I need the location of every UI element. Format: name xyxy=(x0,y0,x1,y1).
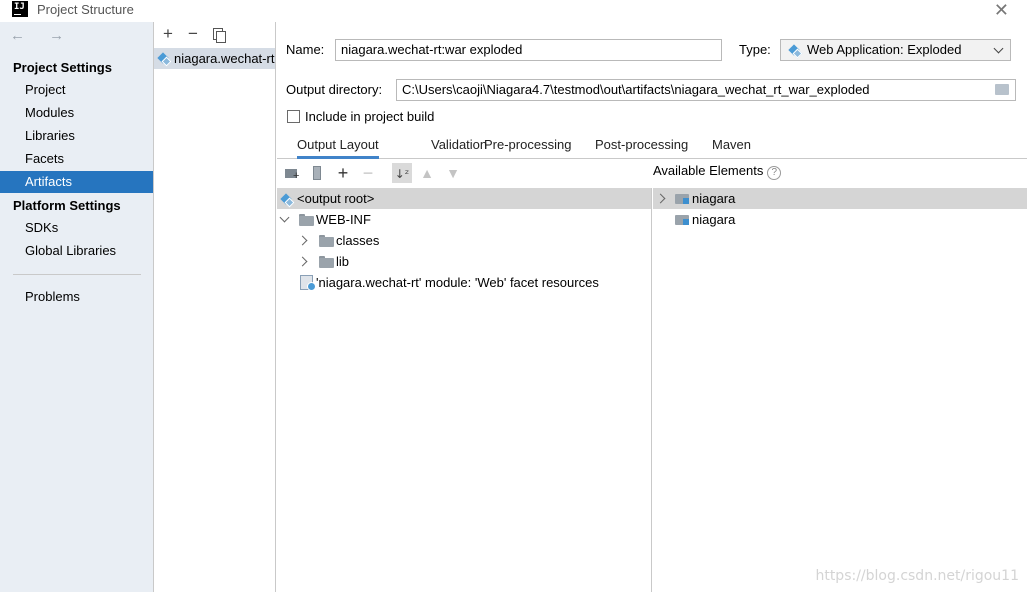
web-artifact-icon xyxy=(279,192,293,206)
name-label: Name: xyxy=(286,42,325,57)
sort-elements-button[interactable]: ↓ᶻ xyxy=(392,163,412,183)
folder-icon xyxy=(299,214,314,226)
sidebar-item-modules[interactable]: Modules xyxy=(0,102,153,124)
tree-row-facet-resources[interactable]: 'niagara.wechat-rt' module: 'Web' facet … xyxy=(277,272,651,293)
sidebar-item-sdks[interactable]: SDKs xyxy=(0,217,153,239)
folder-icon[interactable] xyxy=(995,84,1009,95)
web-inf-label: WEB-INF xyxy=(316,212,371,227)
artifact-detail-panel: Name: niagara.wechat-rt:war exploded Typ… xyxy=(277,22,1027,592)
sidebar-item-global-libraries[interactable]: Global Libraries xyxy=(0,240,153,262)
chevron-right-icon[interactable] xyxy=(656,188,666,209)
artifacts-toolbar: + − xyxy=(154,22,275,46)
move-up-button[interactable]: ▲ xyxy=(417,163,437,183)
chevron-down-icon xyxy=(993,43,1004,54)
tab-maven[interactable]: Maven xyxy=(712,137,751,159)
down-icon: ▼ xyxy=(446,165,460,181)
chevron-down-icon[interactable] xyxy=(280,209,290,230)
module-icon xyxy=(675,192,691,205)
available-elements-header: Available Elements? xyxy=(653,163,782,180)
chevron-right-icon[interactable] xyxy=(298,251,308,272)
sidebar-item-facets[interactable]: Facets xyxy=(0,148,153,170)
help-icon[interactable]: ? xyxy=(767,166,782,180)
module-icon xyxy=(675,213,691,226)
type-dropdown-value: Web Application: Exploded xyxy=(807,42,962,57)
project-settings-header: Project Settings xyxy=(13,60,112,75)
include-in-build-checkbox[interactable] xyxy=(287,110,300,123)
divider xyxy=(13,274,141,275)
available-item-niagara[interactable]: niagara xyxy=(653,188,1027,209)
output-layout-toolbar: + + − ↓ᶻ ▲ ▼ xyxy=(277,160,652,187)
remove-element-button[interactable]: − xyxy=(358,163,378,183)
tree-row-output-root[interactable]: <output root> xyxy=(277,188,651,209)
sidebar-item-artifacts[interactable]: Artifacts xyxy=(0,171,153,193)
available-item-label: niagara xyxy=(692,191,736,206)
tab-pre-processing[interactable]: Pre-processing xyxy=(484,137,571,159)
sort-icon: ↓ᶻ xyxy=(394,167,410,181)
artifact-label: niagara.wechat-rt xyxy=(174,51,275,66)
include-in-build-label: Include in project build xyxy=(305,109,435,124)
available-item-niagara[interactable]: niagara xyxy=(653,209,1027,230)
settings-sidebar: ← → Project Settings Project Modules Lib… xyxy=(0,22,154,592)
output-layout-tree: <output root> WEB-INF classes lib 'niaga… xyxy=(277,188,652,592)
tree-row-lib[interactable]: lib xyxy=(277,251,651,272)
tab-output-layout[interactable]: Output Layout xyxy=(297,137,379,159)
web-facet-icon xyxy=(300,275,316,291)
copy-artifact-button[interactable] xyxy=(208,24,228,44)
output-directory-field[interactable]: C:\Users\caoji\Niagara4.7\testmod\out\ar… xyxy=(396,79,1016,101)
tab-validation[interactable]: Validation xyxy=(431,137,487,159)
type-dropdown[interactable]: Web Application: Exploded xyxy=(780,39,1011,61)
artifact-list-item[interactable]: niagara.wechat-rt xyxy=(154,48,275,69)
sidebar-item-project[interactable]: Project xyxy=(0,79,153,101)
available-elements-tree: niagara niagara xyxy=(653,188,1027,592)
name-field[interactable]: niagara.wechat-rt:war exploded xyxy=(335,39,722,61)
artifact-tabs: Output Layout Validation Pre-processing … xyxy=(277,133,1027,159)
classes-label: classes xyxy=(336,233,380,248)
available-elements-label: Available Elements xyxy=(653,163,764,178)
window-title: Project Structure xyxy=(37,2,134,17)
web-application-icon xyxy=(787,43,801,57)
watermark: https://blog.csdn.net/rigou11 xyxy=(815,568,1019,584)
output-root-label: <output root> xyxy=(297,191,375,206)
tree-row-classes[interactable]: classes xyxy=(277,230,651,251)
tab-post-processing[interactable]: Post-processing xyxy=(595,137,688,159)
sidebar-item-problems[interactable]: Problems xyxy=(0,286,153,308)
add-artifact-button[interactable]: + xyxy=(158,24,178,44)
close-icon[interactable]: ✕ xyxy=(994,1,1009,19)
artifacts-list-panel: + − niagara.wechat-rt xyxy=(154,22,276,592)
sidebar-item-libraries[interactable]: Libraries xyxy=(0,125,153,147)
intellij-logo-icon: IJ xyxy=(12,1,28,17)
available-item-label: niagara xyxy=(692,212,736,227)
output-directory-value: C:\Users\caoji\Niagara4.7\testmod\out\ar… xyxy=(402,82,870,97)
add-element-button[interactable]: + xyxy=(333,163,353,183)
output-directory-label: Output directory: xyxy=(286,82,383,97)
folder-icon xyxy=(319,256,334,268)
platform-settings-header: Platform Settings xyxy=(13,198,121,213)
move-down-button[interactable]: ▼ xyxy=(443,163,463,183)
new-archive-button[interactable] xyxy=(307,163,327,183)
title-bar: IJ Project Structure ✕ xyxy=(0,0,1027,22)
back-forward-icons[interactable]: ← → xyxy=(10,27,74,44)
archive-icon xyxy=(313,166,321,180)
folder-icon xyxy=(319,235,334,247)
web-artifact-icon xyxy=(156,51,170,65)
new-folder-button[interactable]: + xyxy=(282,163,302,183)
remove-artifact-button[interactable]: − xyxy=(183,24,203,44)
lib-label: lib xyxy=(336,254,350,269)
tree-row-web-inf[interactable]: WEB-INF xyxy=(277,209,651,230)
up-icon: ▲ xyxy=(420,165,434,181)
type-label: Type: xyxy=(739,42,771,57)
facet-resources-label: 'niagara.wechat-rt' module: 'Web' facet … xyxy=(316,275,599,290)
chevron-right-icon[interactable] xyxy=(298,230,308,251)
